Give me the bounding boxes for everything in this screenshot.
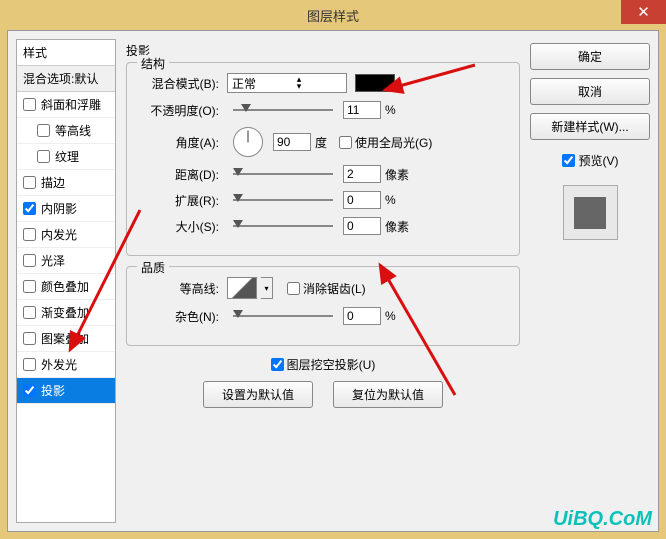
style-item-checkbox[interactable]	[23, 228, 36, 241]
chevron-updown-icon: ▴▾	[297, 76, 302, 90]
angle-label: 角度(A):	[139, 134, 219, 151]
style-item-label: 图案叠加	[41, 330, 89, 347]
style-item-label: 描边	[41, 174, 65, 191]
style-item[interactable]: 纹理	[17, 144, 115, 170]
dialog-title: 图层样式	[307, 6, 359, 25]
section-title: 投影	[126, 39, 520, 62]
styles-header[interactable]: 样式	[17, 40, 115, 66]
style-item[interactable]: 颜色叠加	[17, 274, 115, 300]
style-item-label: 斜面和浮雕	[41, 96, 101, 113]
style-item-checkbox[interactable]	[37, 124, 50, 137]
style-item-label: 内发光	[41, 226, 77, 243]
style-item-label: 内阴影	[41, 200, 77, 217]
style-item[interactable]: 图案叠加	[17, 326, 115, 352]
size-label: 大小(S):	[139, 218, 219, 235]
shadow-color-swatch[interactable]	[355, 74, 395, 92]
style-item[interactable]: 内阴影	[17, 196, 115, 222]
style-item[interactable]: 投影	[17, 378, 115, 404]
style-item-label: 外发光	[41, 356, 77, 373]
spread-label: 扩展(R):	[139, 192, 219, 209]
style-item-checkbox[interactable]	[23, 254, 36, 267]
antialias-checkbox[interactable]: 消除锯齿(L)	[287, 280, 366, 297]
blend-mode-label: 混合模式(B):	[139, 75, 219, 92]
contour-picker[interactable]	[227, 277, 257, 299]
style-item-checkbox[interactable]	[23, 332, 36, 345]
opacity-label: 不透明度(O):	[139, 102, 219, 119]
style-item[interactable]: 等高线	[17, 118, 115, 144]
settings-panel: 投影 结构 混合模式(B): 正常▴▾ 不透明度(O): % 角度(A): 度 …	[116, 39, 530, 523]
size-input[interactable]	[343, 217, 381, 235]
opacity-unit: %	[385, 103, 396, 117]
contour-dropdown[interactable]: ▾	[261, 277, 273, 299]
size-unit: 像素	[385, 218, 409, 235]
noise-label: 杂色(N):	[139, 308, 219, 325]
dialog-buttons: 确定 取消 新建样式(W)... 预览(V)	[530, 39, 650, 523]
angle-dial[interactable]	[233, 127, 263, 157]
preview-checkbox[interactable]: 预览(V)	[530, 152, 650, 169]
style-item-label: 渐变叠加	[41, 304, 89, 321]
style-item[interactable]: 描边	[17, 170, 115, 196]
blend-options-header[interactable]: 混合选项:默认	[17, 66, 115, 92]
quality-group-label: 品质	[137, 259, 169, 276]
style-item-checkbox[interactable]	[23, 358, 36, 371]
blend-mode-select[interactable]: 正常▴▾	[227, 73, 347, 93]
style-item-checkbox[interactable]	[37, 150, 50, 163]
distance-unit: 像素	[385, 166, 409, 183]
styles-list: 样式 混合选项:默认 斜面和浮雕等高线纹理描边内阴影内发光光泽颜色叠加渐变叠加图…	[16, 39, 116, 523]
style-item-label: 等高线	[55, 122, 91, 139]
spread-unit: %	[385, 193, 396, 207]
knockout-checkbox[interactable]: 图层挖空投影(U)	[271, 356, 376, 373]
contour-label: 等高线:	[139, 280, 219, 297]
new-style-button[interactable]: 新建样式(W)...	[530, 113, 650, 140]
cancel-button[interactable]: 取消	[530, 78, 650, 105]
style-item-checkbox[interactable]	[23, 202, 36, 215]
noise-unit: %	[385, 309, 396, 323]
global-light-checkbox[interactable]: 使用全局光(G)	[339, 134, 432, 151]
style-item-checkbox[interactable]	[23, 98, 36, 111]
close-button[interactable]: ✕	[621, 0, 666, 24]
style-item-label: 投影	[41, 382, 65, 399]
preview-box	[563, 185, 618, 240]
style-item-label: 颜色叠加	[41, 278, 89, 295]
angle-input[interactable]	[273, 133, 311, 151]
noise-input[interactable]	[343, 307, 381, 325]
spread-slider[interactable]	[233, 193, 333, 207]
distance-slider[interactable]	[233, 167, 333, 181]
style-item-checkbox[interactable]	[23, 280, 36, 293]
noise-slider[interactable]	[233, 309, 333, 323]
style-item[interactable]: 内发光	[17, 222, 115, 248]
ok-button[interactable]: 确定	[530, 43, 650, 70]
style-item-checkbox[interactable]	[23, 306, 36, 319]
style-item[interactable]: 渐变叠加	[17, 300, 115, 326]
distance-input[interactable]	[343, 165, 381, 183]
distance-label: 距离(D):	[139, 166, 219, 183]
size-slider[interactable]	[233, 219, 333, 233]
style-item-label: 光泽	[41, 252, 65, 269]
style-item-checkbox[interactable]	[23, 176, 36, 189]
reset-default-button[interactable]: 复位为默认值	[333, 381, 443, 408]
opacity-input[interactable]	[343, 101, 381, 119]
opacity-slider[interactable]	[233, 103, 333, 117]
style-item[interactable]: 外发光	[17, 352, 115, 378]
watermark: UiBQ.CoM	[553, 508, 652, 531]
structure-group-label: 结构	[137, 55, 169, 72]
close-icon: ✕	[637, 3, 650, 21]
style-item-label: 纹理	[55, 148, 79, 165]
angle-unit: 度	[315, 134, 327, 151]
make-default-button[interactable]: 设置为默认值	[203, 381, 313, 408]
preview-swatch	[574, 197, 606, 229]
style-item-checkbox[interactable]	[23, 384, 36, 397]
style-item[interactable]: 斜面和浮雕	[17, 92, 115, 118]
style-item[interactable]: 光泽	[17, 248, 115, 274]
spread-input[interactable]	[343, 191, 381, 209]
